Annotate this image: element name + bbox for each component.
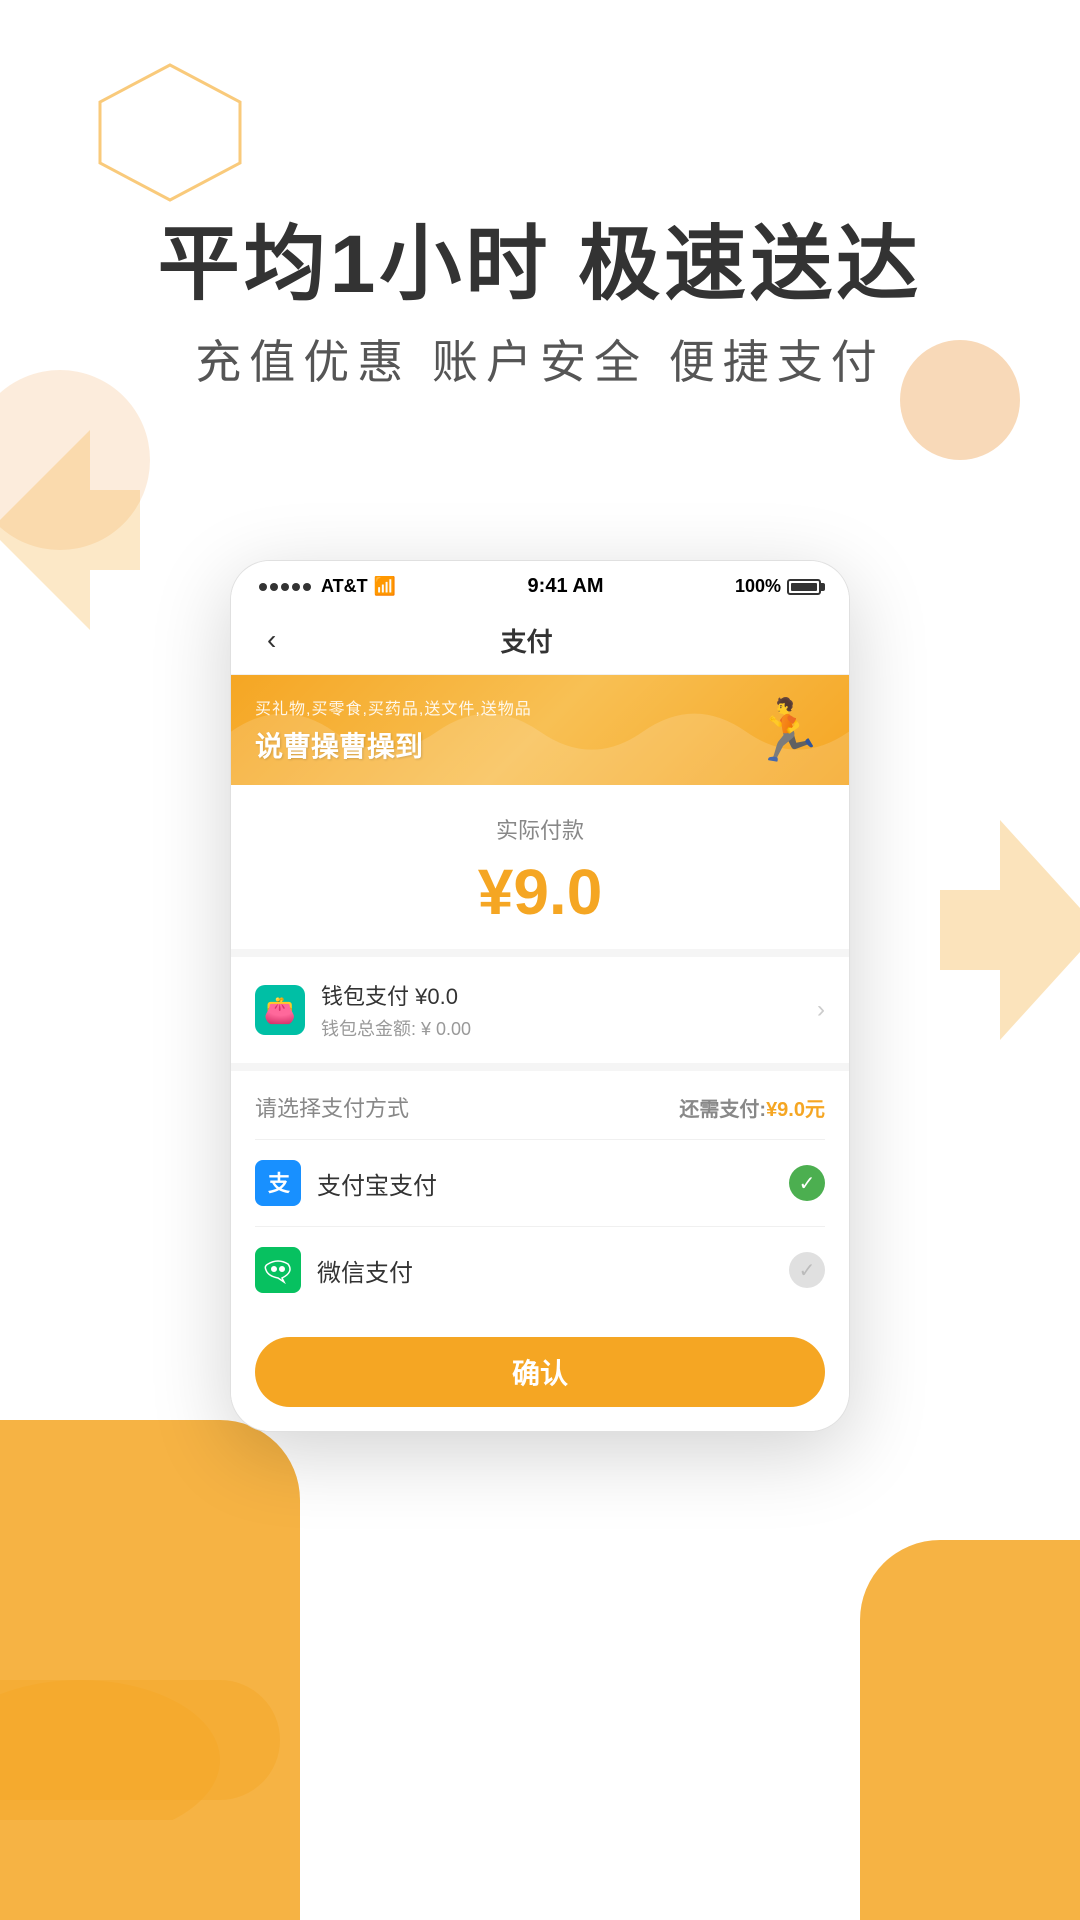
signal-dot: [259, 583, 267, 591]
watermark-area: Whi: [0, 1778, 1080, 1880]
alipay-logo-icon: 支: [264, 1169, 292, 1197]
back-button[interactable]: ‹: [255, 620, 288, 660]
remaining-amount: 还需支付:¥9.0元: [679, 1093, 825, 1122]
wechat-check-icon: ✓: [789, 1252, 825, 1288]
battery-icon: [787, 579, 821, 595]
payment-method-section: 请选择支付方式 还需支付:¥9.0元 支 支付宝支付 ✓: [231, 1071, 849, 1313]
watermark-text: Whi: [0, 1778, 1080, 1880]
wallet-name: 钱包支付 ¥0.0: [321, 979, 817, 1011]
payment-amount: ¥9.0: [255, 855, 825, 929]
signal-dot: [281, 583, 289, 591]
promo-banner: 买礼物,买零食,买药品,送文件,送物品 说曹操曹操到 🏃: [231, 675, 849, 785]
banner-figure: 🏃: [750, 695, 825, 766]
bg-hexagon: [90, 60, 250, 205]
method-header: 请选择支付方式 还需支付:¥9.0元: [255, 1091, 825, 1123]
signal-dot: [270, 583, 278, 591]
nav-bar: ‹ 支付: [231, 606, 849, 675]
wechat-icon: [255, 1247, 301, 1293]
battery-percent: 100%: [735, 576, 781, 597]
payment-section: 实际付款 ¥9.0: [231, 785, 849, 957]
method-title: 请选择支付方式: [255, 1091, 409, 1123]
wechat-logo-icon: [264, 1256, 292, 1284]
wechat-label: 微信支付: [317, 1253, 789, 1288]
phone-frame: AT&T 📶 9:41 AM 100% ‹ 支付 买礼物,买零食,买药品,送: [230, 560, 850, 1432]
signal-dot: [303, 583, 311, 591]
status-left: AT&T 📶: [259, 576, 396, 597]
banner-text: 买礼物,买零食,买药品,送文件,送物品 说曹操曹操到: [255, 695, 532, 765]
confirm-btn-wrapper: 确认: [231, 1313, 849, 1431]
bg-arrow-right-deco: [940, 820, 1080, 1040]
battery-fill: [791, 583, 817, 591]
wifi-icon: 📶: [374, 576, 396, 597]
confirm-button[interactable]: 确认: [255, 1337, 825, 1407]
alipay-method-item[interactable]: 支 支付宝支付 ✓: [255, 1139, 825, 1226]
phone-mockup: AT&T 📶 9:41 AM 100% ‹ 支付 买礼物,买零食,买药品,送: [230, 560, 850, 1432]
bg-arrow-left-deco: [0, 430, 140, 630]
page-title: 支付: [288, 622, 765, 659]
signal-dot: [292, 583, 300, 591]
hero-title: 平均1小时 极速送达: [0, 220, 1080, 310]
wallet-balance: 钱包总金额: ¥ 0.00: [321, 1015, 817, 1041]
signal-dots: [259, 583, 311, 591]
wechat-method-item[interactable]: 微信支付 ✓: [255, 1226, 825, 1313]
hero-subtitle: 充值优惠 账户安全 便捷支付: [0, 326, 1080, 392]
alipay-label: 支付宝支付: [317, 1166, 789, 1201]
status-bar: AT&T 📶 9:41 AM 100%: [231, 561, 849, 606]
banner-small-text: 买礼物,买零食,买药品,送文件,送物品: [255, 695, 532, 719]
alipay-check-icon: ✓: [789, 1165, 825, 1201]
svg-text:支: 支: [268, 1171, 291, 1196]
banner-big-text: 说曹操曹操到: [255, 725, 532, 765]
payment-label: 实际付款: [255, 813, 825, 845]
wallet-icon: 👛: [255, 985, 305, 1035]
status-right: 100%: [735, 576, 821, 597]
hero-section: 平均1小时 极速送达 充值优惠 账户安全 便捷支付: [0, 220, 1080, 392]
alipay-icon: 支: [255, 1160, 301, 1206]
wallet-chevron-icon: ›: [817, 996, 825, 1024]
wallet-section[interactable]: 👛 钱包支付 ¥0.0 钱包总金额: ¥ 0.00 ›: [231, 957, 849, 1071]
status-time: 9:41 AM: [528, 575, 604, 598]
carrier-label: AT&T: [321, 576, 368, 597]
wallet-info: 钱包支付 ¥0.0 钱包总金额: ¥ 0.00: [321, 979, 817, 1041]
